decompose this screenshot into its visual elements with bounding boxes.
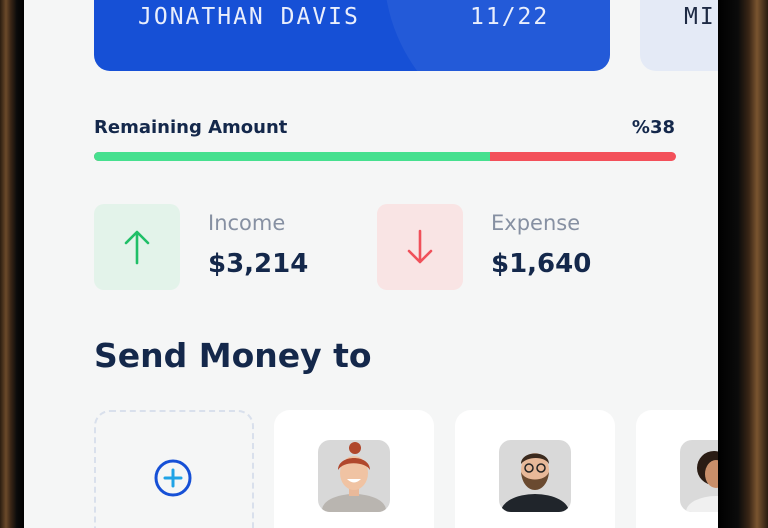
contact-card[interactable]: [274, 410, 434, 528]
arrow-down-icon: [407, 229, 433, 264]
secondary-credit-card[interactable]: MI: [640, 0, 718, 71]
expense-icon-box: [377, 204, 463, 290]
phone-frame-left: [0, 0, 24, 528]
remaining-amount-value: %38: [631, 117, 675, 138]
avatar-woman-curly-hair: [680, 440, 718, 512]
expense-amount: $1,640: [491, 249, 592, 279]
avatar: [318, 440, 390, 512]
remaining-progress-bar: [94, 152, 676, 161]
card-holder-name: JONATHAN DAVIS: [138, 4, 360, 30]
phone-frame-right: [718, 0, 768, 528]
avatar: [499, 440, 571, 512]
credit-card[interactable]: JONATHAN DAVIS 11/22: [94, 0, 610, 71]
remaining-amount-label: Remaining Amount: [94, 117, 288, 138]
card-expiry: 11/22: [470, 4, 550, 30]
plus-circle-icon: [154, 459, 192, 497]
avatar-man-beard: [499, 440, 571, 512]
secondary-card-holder-name: MI: [684, 4, 716, 30]
arrow-up-icon: [124, 230, 150, 265]
income-icon-box: [94, 204, 180, 290]
send-money-title: Send Money to: [94, 336, 372, 375]
contact-card[interactable]: [455, 410, 615, 528]
avatar: [680, 440, 718, 512]
income-amount: $3,214: [208, 249, 309, 279]
avatar-woman-red-hair: [318, 440, 390, 512]
income-label: Income: [208, 211, 286, 235]
expense-label: Expense: [491, 211, 581, 235]
app-screen: JONATHAN DAVIS 11/22 MI Remaining Amount…: [24, 0, 718, 528]
add-contact-button[interactable]: [94, 410, 254, 528]
contact-card[interactable]: [636, 410, 718, 528]
remaining-progress-fill: [94, 152, 490, 161]
